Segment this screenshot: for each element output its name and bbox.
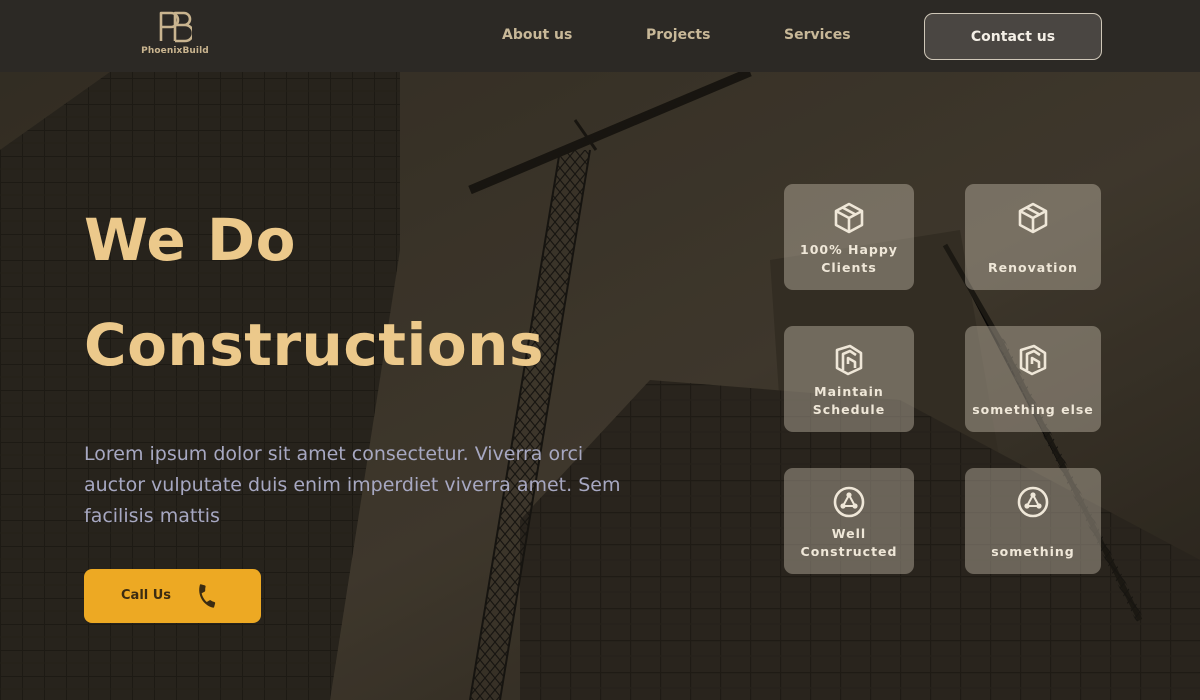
nav-link-projects[interactable]: Projects bbox=[646, 27, 710, 43]
schedule-icon bbox=[1019, 344, 1047, 376]
hero-headline-line2: Constructions bbox=[84, 311, 544, 379]
feature-label-line2: Schedule bbox=[812, 402, 886, 417]
phone-icon bbox=[199, 584, 216, 608]
top-navbar: PhoenixBuild About us Projects Services … bbox=[0, 0, 1200, 72]
feature-label: something bbox=[991, 544, 1075, 559]
feature-label: Well bbox=[831, 526, 867, 541]
call-us-button[interactable]: Call Us bbox=[84, 569, 261, 623]
feature-card-happy-clients[interactable]: 100% Happy Clients bbox=[784, 184, 914, 290]
hero-description: Lorem ipsum dolor sit amet consectetur. … bbox=[84, 443, 621, 527]
cube-icon bbox=[1018, 202, 1048, 234]
feature-label: Maintain bbox=[814, 384, 884, 399]
feature-label: Renovation bbox=[988, 260, 1078, 275]
feature-card-well-constructed[interactable]: Well Constructed bbox=[784, 468, 914, 574]
schedule-icon bbox=[835, 344, 863, 376]
pb-logo-icon bbox=[159, 11, 192, 43]
call-us-label: Call Us bbox=[121, 588, 172, 603]
feature-label: 100% Happy bbox=[800, 242, 898, 257]
contact-button[interactable]: Contact us bbox=[924, 13, 1102, 60]
feature-label: something else bbox=[972, 402, 1094, 417]
feature-label-line2: Clients bbox=[821, 260, 877, 275]
network-icon bbox=[833, 486, 865, 518]
brand-logo[interactable]: PhoenixBuild bbox=[140, 10, 210, 62]
nav-link-about[interactable]: About us bbox=[502, 27, 572, 43]
brand-name: PhoenixBuild bbox=[141, 46, 209, 56]
hero-headline-line1: We Do bbox=[84, 206, 296, 274]
feature-card-something-else[interactable]: something else bbox=[965, 326, 1101, 432]
cube-icon bbox=[834, 202, 864, 234]
feature-card-maintain-schedule[interactable]: Maintain Schedule bbox=[784, 326, 914, 432]
feature-card-something[interactable]: something bbox=[965, 468, 1101, 574]
network-icon bbox=[1017, 486, 1049, 518]
feature-label-line2: Constructed bbox=[800, 544, 898, 559]
nav-link-services[interactable]: Services bbox=[784, 27, 851, 43]
feature-card-renovation[interactable]: Renovation bbox=[965, 184, 1101, 290]
